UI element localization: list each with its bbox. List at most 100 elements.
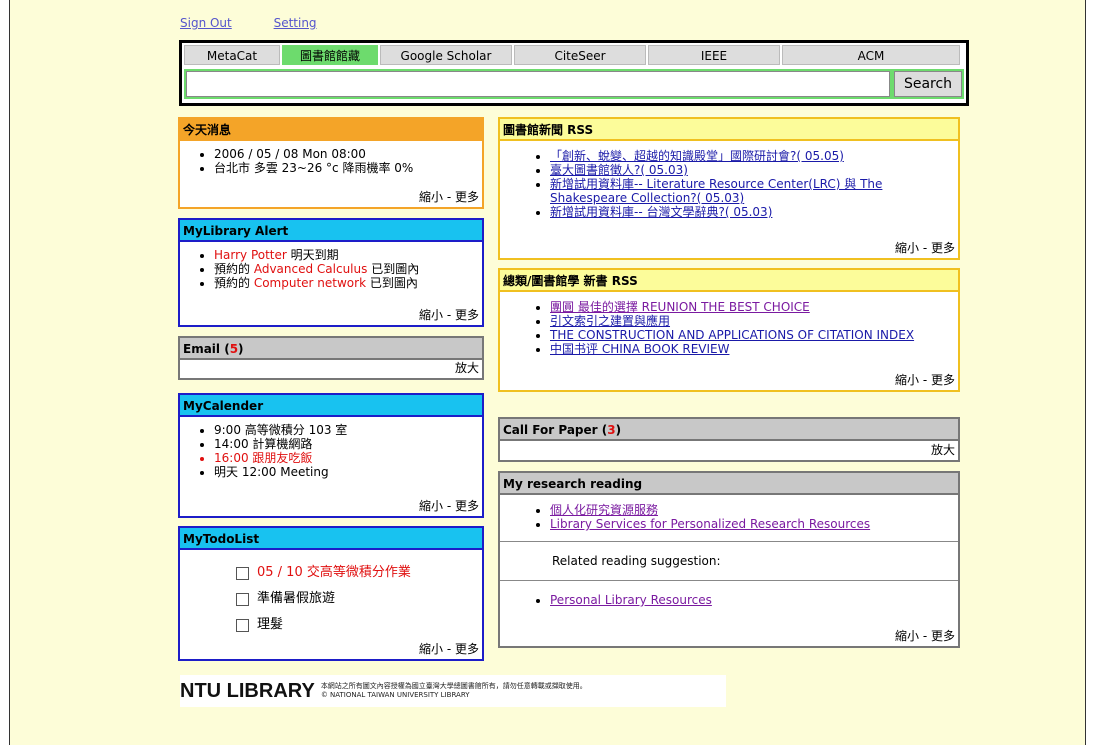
page-container: Sign Out Setting MetaCat 圖書館館藏 Google Sc…	[9, 0, 1086, 745]
list-item: 引文索引之建置與應用	[550, 314, 958, 328]
todo-list: 05 / 10 交高等微積分作業 準備暑假旅遊 理髮	[180, 560, 482, 638]
sign-out-link[interactable]: Sign Out	[180, 16, 232, 30]
tab-citeseer[interactable]: CiteSeer	[514, 45, 646, 65]
divider	[500, 580, 958, 581]
list-item: 預約的 Computer network 已到圖內	[214, 276, 482, 290]
tab-metacat[interactable]: MetaCat	[184, 45, 280, 65]
alert-prefix: 預約的	[214, 276, 254, 290]
todo-checkbox[interactable]	[236, 592, 249, 606]
search-button[interactable]: Search	[894, 71, 962, 97]
list-item: Personal Library Resources	[550, 593, 958, 607]
news-link[interactable]: 臺大圖書館徵人?( 05.03)	[550, 163, 688, 177]
research-list: 個人化研究資源服務 Library Services for Personali…	[500, 503, 958, 531]
copyright-line-1: 本網站之所有圖文內容授權為國立臺灣大學總圖書館所有，請勿任意轉載或擷取使用。	[320, 682, 587, 690]
copyright-line-2: © NATIONAL TAIWAN UNIVERSITY LIBRARY	[320, 691, 470, 699]
todo-label: 準備暑假旅遊	[257, 591, 336, 606]
search-input[interactable]	[186, 71, 890, 97]
email-close-paren: )	[238, 342, 244, 356]
cfp-label: Call For Paper (	[503, 423, 608, 437]
list-item: 16:00 跟朋友吃飯	[214, 451, 482, 465]
related-link[interactable]: Personal Library Resources	[550, 593, 712, 607]
book-link[interactable]: THE CONSTRUCTION AND APPLICATIONS OF CIT…	[550, 328, 914, 342]
todo-checkbox[interactable]	[236, 566, 249, 580]
todo-checkbox[interactable]	[236, 618, 249, 632]
todo-item: 準備暑假旅遊	[236, 586, 482, 612]
alert-book-title: Computer network	[253, 276, 367, 290]
today-news-box: 今天消息 2006 / 05 / 08 Mon 08:00 台北市 多雲 23~…	[178, 117, 484, 209]
today-news-title: 今天消息	[180, 119, 482, 141]
list-item: 預約的 Advanced Calculus 已到圖內	[214, 262, 482, 276]
list-item: 台北市 多雲 23~26 °c 降雨機率 0%	[214, 161, 482, 175]
ntu-library-logo: NTU LIBRARY	[180, 679, 315, 702]
mytodolist-title: MyTodoList	[180, 528, 482, 550]
mycalendar-title: MyCalender	[180, 395, 482, 417]
tab-google-scholar[interactable]: Google Scholar	[380, 45, 512, 65]
book-link[interactable]: 中国书评 CHINA BOOK REVIEW	[550, 342, 729, 356]
alert-status: 明天到期	[286, 248, 339, 262]
alert-list: Harry Potter 明天到期 預約的 Advanced Calculus …	[180, 248, 482, 290]
minimize-more-link[interactable]: 縮小 - 更多	[419, 497, 479, 514]
minimize-more-link[interactable]: 縮小 - 更多	[419, 640, 479, 657]
tab-ieee[interactable]: IEEE	[648, 45, 780, 65]
cfp-count: 3	[607, 423, 616, 437]
expand-link[interactable]: 放大	[455, 359, 479, 376]
library-news-title: 圖書館新聞 RSS	[500, 119, 958, 141]
email-label: Email (	[183, 342, 230, 356]
research-reading-title: My research reading	[500, 473, 958, 495]
today-news-list: 2006 / 05 / 08 Mon 08:00 台北市 多雲 23~26 °c…	[180, 147, 482, 175]
call-for-paper-title: Call For Paper (3)	[500, 419, 958, 441]
list-item: 新增試用資料庫-- 台灣文學辭典?( 05.03)	[550, 205, 948, 219]
alert-status: 已到圖內	[367, 262, 420, 276]
expand-link[interactable]: 放大	[931, 441, 955, 458]
alert-book-title: Advanced Calculus	[253, 262, 368, 276]
new-books-title: 總類/圖書館學 新書 RSS	[500, 270, 958, 292]
book-link[interactable]: 團圓 最佳的選擇 REUNION THE BEST CHOICE	[550, 300, 810, 314]
copyright-notice: 本網站之所有圖文內容授權為國立臺灣大學總圖書館所有，請勿任意轉載或擷取使用。 ©…	[321, 682, 587, 700]
related-reading-label: Related reading suggestion:	[552, 554, 721, 568]
todo-label: 05 / 10 交高等微積分作業	[257, 565, 411, 580]
list-item: 新增試用資料庫-- Literature Resource Center(LRC…	[550, 177, 948, 205]
related-list: Personal Library Resources	[500, 593, 958, 607]
calendar-list: 9:00 高等微積分 103 室 14:00 計算機網路 16:00 跟朋友吃飯…	[180, 423, 482, 479]
list-item: Library Services for Personalized Resear…	[550, 517, 958, 531]
minimize-more-link[interactable]: 縮小 - 更多	[895, 239, 955, 256]
mytodolist-box: MyTodoList 05 / 10 交高等微積分作業 準備暑假旅遊 理髮 縮小…	[178, 526, 484, 661]
cfp-close-paren: )	[615, 423, 622, 437]
minimize-more-link[interactable]: 縮小 - 更多	[419, 306, 479, 323]
new-books-list: 團圓 最佳的選擇 REUNION THE BEST CHOICE 引文索引之建置…	[500, 300, 958, 356]
email-title: Email (5)	[180, 338, 482, 360]
research-link[interactable]: 個人化研究資源服務	[550, 503, 658, 517]
research-reading-box: My research reading 個人化研究資源服務 Library Se…	[498, 471, 960, 648]
alert-book-title: Harry Potter	[214, 248, 287, 262]
minimize-more-link[interactable]: 縮小 - 更多	[895, 371, 955, 388]
minimize-more-link[interactable]: 縮小 - 更多	[419, 188, 479, 205]
list-item: 團圓 最佳的選擇 REUNION THE BEST CHOICE	[550, 300, 958, 314]
list-item: THE CONSTRUCTION AND APPLICATIONS OF CIT…	[550, 328, 958, 342]
setting-link[interactable]: Setting	[274, 16, 317, 30]
tab-library-collection[interactable]: 圖書館館藏	[282, 45, 378, 65]
list-item: 「創新、蛻變、超越的知識殿堂」國際研討會?( 05.05)	[550, 149, 948, 163]
news-link[interactable]: 新增試用資料庫-- 台灣文學辭典?( 05.03)	[550, 205, 772, 219]
tab-acm[interactable]: ACM	[782, 45, 960, 65]
book-link[interactable]: 引文索引之建置與應用	[550, 314, 670, 328]
list-item: 2006 / 05 / 08 Mon 08:00	[214, 147, 482, 161]
list-item: 中国书评 CHINA BOOK REVIEW	[550, 342, 958, 356]
minimize-more-link[interactable]: 縮小 - 更多	[895, 627, 955, 644]
news-link[interactable]: 新增試用資料庫-- Literature Resource Center(LRC…	[550, 177, 882, 205]
footer-logo: NTU LIBRARY 本網站之所有圖文內容授權為國立臺灣大學總圖書館所有，請勿…	[180, 675, 726, 707]
todo-item: 理髮	[236, 612, 482, 638]
email-count: 5	[229, 342, 239, 356]
library-news-box: 圖書館新聞 RSS 「創新、蛻變、超越的知識殿堂」國際研討會?( 05.05) …	[498, 117, 960, 260]
list-item: Harry Potter 明天到期	[214, 248, 482, 262]
research-link[interactable]: Library Services for Personalized Resear…	[550, 517, 870, 531]
call-for-paper-box: Call For Paper (3) 放大	[498, 417, 960, 462]
news-link[interactable]: 「創新、蛻變、超越的知識殿堂」國際研討會?( 05.05)	[550, 149, 844, 163]
todo-item: 05 / 10 交高等微積分作業	[236, 560, 482, 586]
list-item: 14:00 計算機網路	[214, 437, 482, 451]
new-books-box: 總類/圖書館學 新書 RSS 團圓 最佳的選擇 REUNION THE BEST…	[498, 268, 960, 392]
mylibrary-alert-box: MyLibrary Alert Harry Potter 明天到期 預約的 Ad…	[178, 218, 484, 327]
search-row: Search	[184, 69, 964, 99]
list-item: 個人化研究資源服務	[550, 503, 958, 517]
list-item: 臺大圖書館徵人?( 05.03)	[550, 163, 948, 177]
mycalendar-box: MyCalender 9:00 高等微積分 103 室 14:00 計算機網路 …	[178, 393, 484, 518]
